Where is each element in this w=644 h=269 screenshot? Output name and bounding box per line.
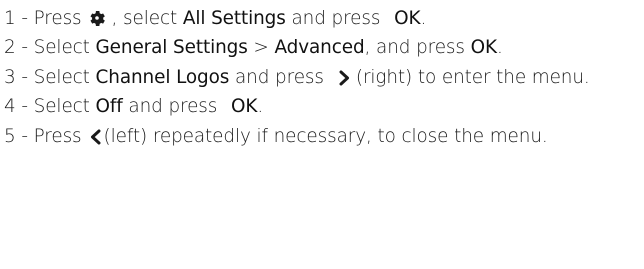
key-ok: OK — [394, 8, 421, 29]
gear-icon — [88, 9, 106, 27]
chevron-left-icon — [90, 129, 102, 145]
path-separator: > — [247, 37, 275, 59]
key-ok: OK — [231, 96, 258, 118]
menu-item-advanced: Advanced — [274, 37, 365, 59]
step-text: . — [497, 37, 503, 59]
step-2: 2 - Select General Settings > Advanced, … — [4, 33, 644, 62]
step-text: (left) repeatedly if necessary, to close… — [103, 125, 548, 147]
step-text: Select — [33, 37, 90, 59]
step-text: , and press — [364, 37, 465, 59]
menu-item-off: Off — [95, 96, 123, 118]
step-text: and press — [235, 66, 324, 88]
step-text: and press — [128, 96, 218, 118]
instruction-document: 1 - Press , select All Settings and press… — [0, 0, 644, 269]
step-text: Press — [33, 125, 82, 147]
step-number: 1 - — [4, 8, 28, 29]
menu-item-general-settings: General Settings — [95, 37, 248, 59]
step-text: . — [420, 8, 427, 29]
chevron-right-icon — [338, 70, 350, 86]
step-text: . — [257, 96, 264, 118]
step-text: Press — [33, 8, 82, 29]
step-3: 3 - Select Channel Logos and press (right… — [4, 63, 644, 92]
step-number: 2 - — [4, 37, 28, 59]
step-text: (right) to enter the menu. — [355, 66, 590, 88]
key-ok: OK — [470, 37, 497, 59]
step-number: 5 - — [4, 125, 28, 147]
step-number: 3 - — [4, 66, 28, 88]
menu-item-channel-logos: Channel Logos — [95, 66, 230, 88]
step-text: Select — [33, 66, 90, 88]
step-number: 4 - — [4, 96, 28, 118]
menu-item-all-settings: All Settings — [182, 8, 286, 29]
step-5: 5 - Press (left) repeatedly if necessary,… — [4, 122, 644, 151]
step-text: , select — [111, 8, 178, 29]
step-1: 1 - Press , select All Settings and press… — [4, 4, 644, 33]
step-4: 4 - Select Off and press OK. — [4, 92, 644, 121]
step-text: Select — [33, 96, 90, 118]
step-text: and press — [291, 8, 381, 29]
